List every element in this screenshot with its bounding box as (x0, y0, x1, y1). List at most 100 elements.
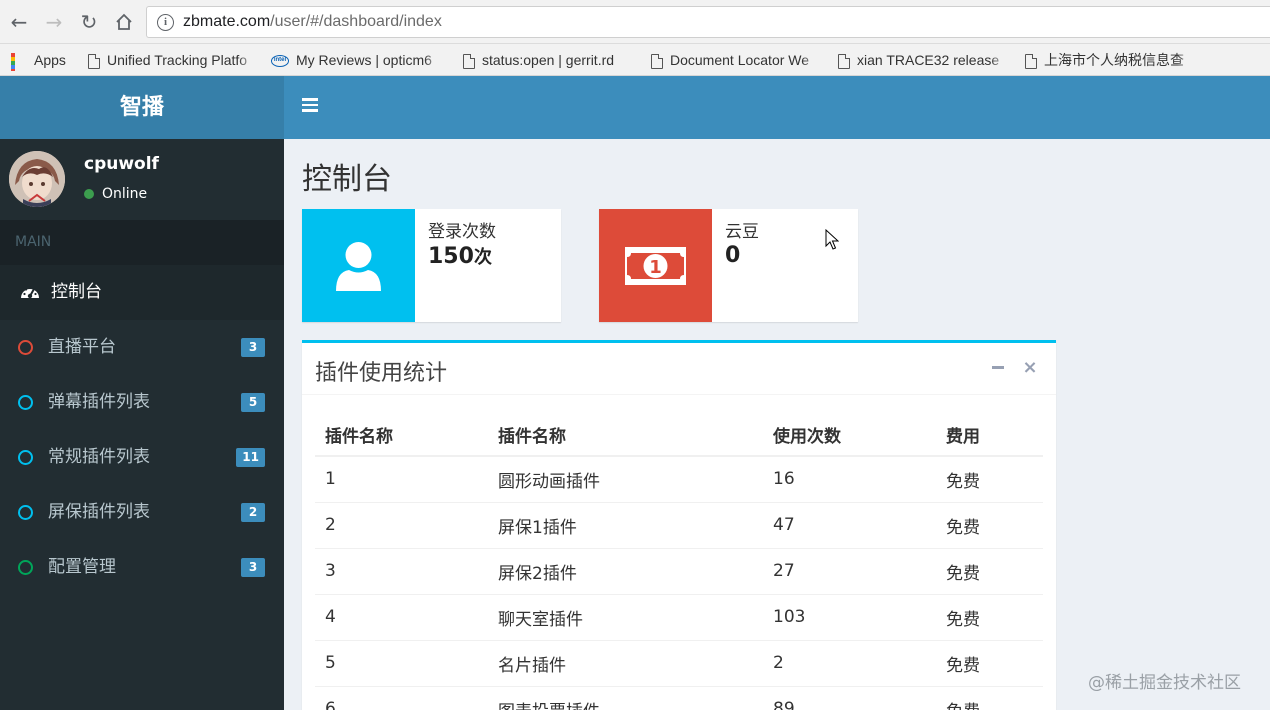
status-text: Online (102, 186, 148, 202)
table-cell: 图表投票插件 (488, 686, 763, 710)
bookmark-shanghai-tax[interactable]: 上海市个人纳税信息查 (1025, 49, 1195, 71)
table-cell: 免费 (936, 456, 1043, 503)
sidebar-item-label: 直播平台 (48, 337, 116, 357)
count-badge: 5 (241, 393, 265, 412)
minus-icon (992, 366, 1004, 369)
table-row[interactable]: 4 聊天室插件 103 免费 (315, 594, 1043, 641)
table-row[interactable]: 6 图表投票插件 89 免费 (315, 686, 1043, 710)
user-icon (336, 242, 381, 291)
menu-toggle-icon[interactable] (302, 98, 318, 112)
table-cell: 屏保2插件 (488, 548, 763, 595)
table-cell: 3 (315, 548, 488, 595)
table-cell: 27 (763, 548, 936, 595)
browser-toolbar: ← → ↻ i zbmate.com/user/#/dashboard/inde… (0, 0, 1270, 44)
page-icon (463, 53, 475, 69)
reload-icon[interactable]: ↻ (77, 10, 101, 34)
sidebar-item-label: 配置管理 (48, 557, 116, 577)
sidebar-item-label: 弹幕插件列表 (48, 392, 150, 412)
info-box-unit: 次 (473, 247, 492, 268)
menu-header: MAIN (0, 220, 284, 265)
plugin-stats-panel: 插件使用统计 × 插件名称 插件名称 使用次数 费用 1 圆形动画插件 16 免… (302, 340, 1056, 710)
panel-header: 插件使用统计 × (302, 343, 1056, 395)
logo[interactable]: 智播 (0, 76, 284, 139)
sidebar-item-config[interactable]: 配置管理 3 (0, 540, 284, 595)
sidebar-item-danmaku-plugins[interactable]: 弹幕插件列表 5 (0, 375, 284, 430)
column-header[interactable]: 插件名称 (315, 413, 488, 457)
column-header[interactable]: 插件名称 (488, 413, 763, 457)
bookmarks-bar: Apps Unified Tracking Platfo intel My Rev… (0, 44, 1270, 76)
bookmark-unified-tracking[interactable]: Unified Tracking Platfo (88, 49, 256, 71)
sidebar-item-screensaver-plugins[interactable]: 屏保插件列表 2 (0, 485, 284, 540)
sidebar-item-regular-plugins[interactable]: 常规插件列表 11 (0, 430, 284, 485)
table-row[interactable]: 3 屏保2插件 27 免费 (315, 548, 1043, 595)
collapse-button[interactable] (988, 356, 1008, 376)
info-box-cloud-beans: 1 云豆 0 (599, 209, 858, 322)
table-cell: 2 (315, 502, 488, 549)
table-cell: 16 (763, 456, 936, 503)
count-badge: 11 (236, 448, 265, 467)
table-cell: 1 (315, 456, 488, 503)
user-status: Online (84, 186, 147, 202)
page-title: 控制台 (302, 162, 392, 197)
table-cell: 免费 (936, 548, 1043, 595)
circle-icon (18, 340, 33, 355)
circle-icon (18, 395, 33, 410)
count-badge: 3 (241, 338, 265, 357)
forward-arrow-icon[interactable]: → (42, 10, 66, 34)
user-panel: cpuwolf Online (0, 139, 284, 220)
apps-icon (11, 53, 27, 71)
table-cell: 103 (763, 594, 936, 641)
bookmark-label: Unified Tracking Platfo (107, 52, 248, 68)
table-cell: 6 (315, 686, 488, 710)
info-box-login-count: 登录次数 150次 (302, 209, 561, 322)
bookmark-document-locator[interactable]: Document Locator We (651, 49, 820, 71)
url-path: /user/#/dashboard/index (270, 13, 442, 30)
sidebar-item-label: 控制台 (51, 282, 102, 302)
page-icon (88, 53, 100, 69)
close-icon: × (1022, 357, 1038, 378)
close-button[interactable]: × (1020, 357, 1040, 378)
address-bar[interactable]: i zbmate.com/user/#/dashboard/index (146, 6, 1270, 38)
bookmark-apps[interactable]: Apps (11, 49, 81, 71)
bookmark-label: My Reviews | opticm6 (296, 52, 432, 68)
info-box-number: 0 (725, 243, 741, 268)
table-cell: 5 (315, 640, 488, 687)
table-row[interactable]: 5 名片插件 2 免费 (315, 640, 1043, 687)
mouse-cursor-icon (825, 229, 839, 250)
url-host: zbmate.com (183, 13, 271, 30)
column-header[interactable]: 费用 (936, 413, 1043, 457)
bookmark-label: xian TRACE32 release (857, 52, 1000, 68)
info-box-number: 150 (428, 244, 474, 269)
plugin-stats-table: 插件名称 插件名称 使用次数 费用 1 圆形动画插件 16 免费 2 屏保1插件… (315, 413, 1043, 710)
bookmark-my-reviews[interactable]: intel My Reviews | opticm6 (271, 49, 442, 71)
table-cell: 免费 (936, 640, 1043, 687)
bookmark-trace32[interactable]: xian TRACE32 release (838, 49, 1008, 71)
dashboard-icon (21, 286, 39, 299)
bookmark-label: Apps (34, 52, 66, 68)
table-header-row: 插件名称 插件名称 使用次数 费用 (315, 413, 1043, 457)
info-box-value: 150次 (428, 243, 492, 269)
sidebar-item-live-platform[interactable]: 直播平台 3 (0, 320, 284, 375)
table-cell: 47 (763, 502, 936, 549)
top-navbar (284, 76, 1270, 139)
page-icon (1025, 53, 1037, 69)
info-box-icon-bg: 1 (599, 209, 712, 322)
back-arrow-icon[interactable]: ← (7, 10, 31, 34)
column-header[interactable]: 使用次数 (763, 413, 936, 457)
page-icon (838, 53, 850, 69)
circle-icon (18, 505, 33, 520)
table-cell: 免费 (936, 594, 1043, 641)
count-badge: 2 (241, 503, 265, 522)
bookmark-gerrit[interactable]: status:open | gerrit.rd (463, 49, 633, 71)
bookmark-label: status:open | gerrit.rd (482, 52, 615, 68)
site-info-icon[interactable]: i (157, 14, 174, 31)
table-cell: 4 (315, 594, 488, 641)
table-row[interactable]: 2 屏保1插件 47 免费 (315, 502, 1043, 549)
table-row[interactable]: 1 圆形动画插件 16 免费 (315, 456, 1043, 503)
user-name: cpuwolf (84, 154, 159, 174)
circle-icon (18, 560, 33, 575)
home-icon[interactable] (112, 10, 136, 34)
sidebar-item-label: 常规插件列表 (48, 447, 150, 467)
sidebar-item-dashboard[interactable]: 控制台 (0, 265, 284, 320)
intel-icon: intel (271, 55, 289, 68)
